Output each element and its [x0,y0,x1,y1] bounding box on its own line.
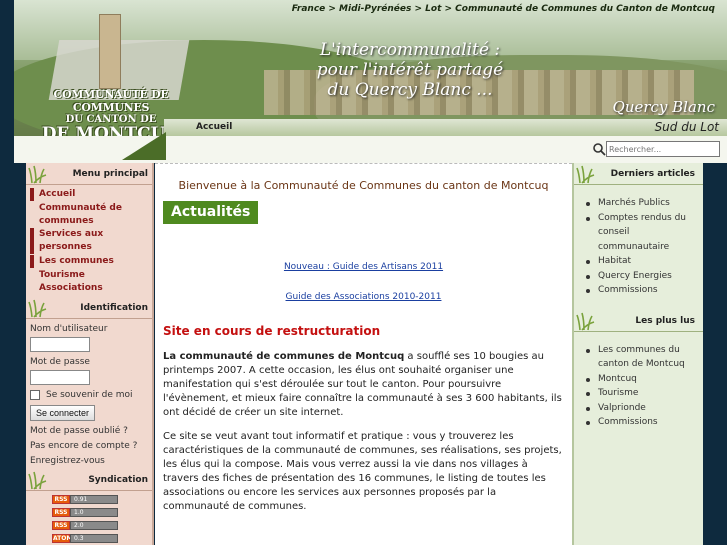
region-label: Quercy Blanc [612,98,715,116]
feed-tag: RSS [52,521,70,530]
sprout-icon [28,471,47,490]
remember-row: Se souvenir de moi [26,388,152,402]
sprout-icon [28,165,47,184]
slogan-line-2: pour l'intérêt partagé [316,60,504,80]
username-field[interactable] [30,337,90,352]
menu-item-communaute[interactable]: Communauté de communes [26,202,152,228]
username-label: Nom d'utilisateur [30,324,108,334]
latest-title: Derniers articles [610,169,695,179]
top-nav-bar: Accueil Sud du Lot [164,119,727,136]
sprout-icon [576,165,595,184]
page: France > Midi-Pyrénées > Lot > Communaut… [0,0,727,545]
feed-rss-20[interactable]: RSS 2.0 [52,520,152,531]
search-icon [593,143,606,156]
header-banner: France > Midi-Pyrénées > Lot > Communaut… [14,0,727,163]
right-sidebar: Derniers articles Marchés Publics Compte… [572,163,703,545]
menu-item-services[interactable]: Services aux personnes [30,228,152,254]
latest-articles-list: Marchés Publics Comptes rendus du consei… [574,188,703,298]
list-item[interactable]: Quercy Energies [582,269,699,284]
menu-module-header: Menu principal [26,163,152,185]
nav-home-link[interactable]: Accueil [196,122,232,132]
right-margin [703,163,727,545]
actualites-heading: Actualités [163,201,259,224]
left-sidebar: Menu principal Accueil Communauté de com… [26,163,154,545]
search-input[interactable] [606,141,720,157]
list-item[interactable]: Habitat [582,254,699,269]
forgot-password-link[interactable]: Mot de passe oublié ? [26,424,152,439]
password-label: Mot de passe [30,357,90,367]
popular-articles-list: Les communes du canton de Montcuq Montcu… [574,335,703,430]
left-margin [14,163,26,545]
feed-version: 0.91 [70,495,118,504]
menu-item-tourisme[interactable]: Tourisme [26,269,152,282]
breadcrumb: France > Midi-Pyrénées > Lot > Communaut… [291,4,715,14]
slogan-line-3: du Quercy Blanc ... [327,80,493,100]
guide-associations-link[interactable]: Guide des Associations 2010-2011 [155,292,572,302]
login-module-header: Identification [26,297,152,319]
popular-title: Les plus lus [635,315,695,326]
feed-atom-03[interactable]: ATOM 0.3 [52,533,152,544]
list-item[interactable]: Les communes du canton de Montcuq [582,343,699,372]
search-box [592,140,727,160]
sprout-icon [28,299,47,318]
login-button[interactable]: Se connecter [30,405,96,421]
menu-item-accueil[interactable]: Accueil [30,188,152,201]
list-item[interactable]: Tourisme [582,386,699,401]
feed-version: 2.0 [70,521,118,530]
region-subtitle: Sud du Lot [654,120,719,134]
syndication-module-header: Syndication [26,469,152,491]
feed-version: 0.3 [70,534,118,543]
list-item[interactable]: Commissions [582,283,699,298]
menu-title: Menu principal [72,169,148,179]
password-field[interactable] [30,370,90,385]
logo-line-1: COMMUNAUTÉ DE COMMUNES [53,88,169,114]
login-title: Identification [80,303,148,313]
remember-label: Se souvenir de moi [46,390,133,400]
list-item[interactable]: Commissions [582,415,699,430]
latest-module-header: Derniers articles [574,163,703,185]
list-item[interactable]: Valprionde [582,401,699,416]
main-content: Bienvenue à la Communauté de Communes du… [155,163,572,545]
tower-icon [99,14,121,89]
slogan-line-1: L'intercommunalité : [319,40,501,60]
sprout-icon [576,312,595,331]
syndication-title: Syndication [88,475,148,485]
info-paragraph: Ce site se veut avant tout informatif et… [163,431,562,512]
remember-checkbox[interactable] [30,390,40,400]
list-item[interactable]: Comptes rendus du conseil communautaire [582,211,699,255]
guide-artisans-link[interactable]: Nouveau : Guide des Artisans 2011 [155,262,572,272]
list-item[interactable]: Montcuq [582,372,699,387]
feed-tag: ATOM [52,534,73,543]
menu-item-associations[interactable]: Associations [26,282,152,295]
popular-module-header: Les plus lus [574,310,703,332]
feed-tag: RSS [52,495,70,504]
welcome-heading: Bienvenue à la Communauté de Communes du… [178,179,549,192]
feed-rss-091[interactable]: RSS 0.91 [52,494,152,505]
restructuring-heading: Site en cours de restructuration [163,324,381,338]
intro-bold: La communauté de communes de Montcuq [163,351,405,362]
register-link[interactable]: Enregistrez-vous [26,454,152,469]
intro-paragraph: La communauté de communes de Montcuq a s… [163,350,564,420]
feed-tag: RSS [52,508,70,517]
slogan: L'intercommunalité : pour l'intérêt part… [290,40,530,100]
feed-rss-10[interactable]: RSS 1.0 [52,507,152,518]
list-item[interactable]: Marchés Publics [582,196,699,211]
no-account-link[interactable]: Pas encore de compte ? [26,439,152,454]
menu-item-communes[interactable]: Les communes [30,255,152,268]
feed-version: 1.0 [70,508,118,517]
